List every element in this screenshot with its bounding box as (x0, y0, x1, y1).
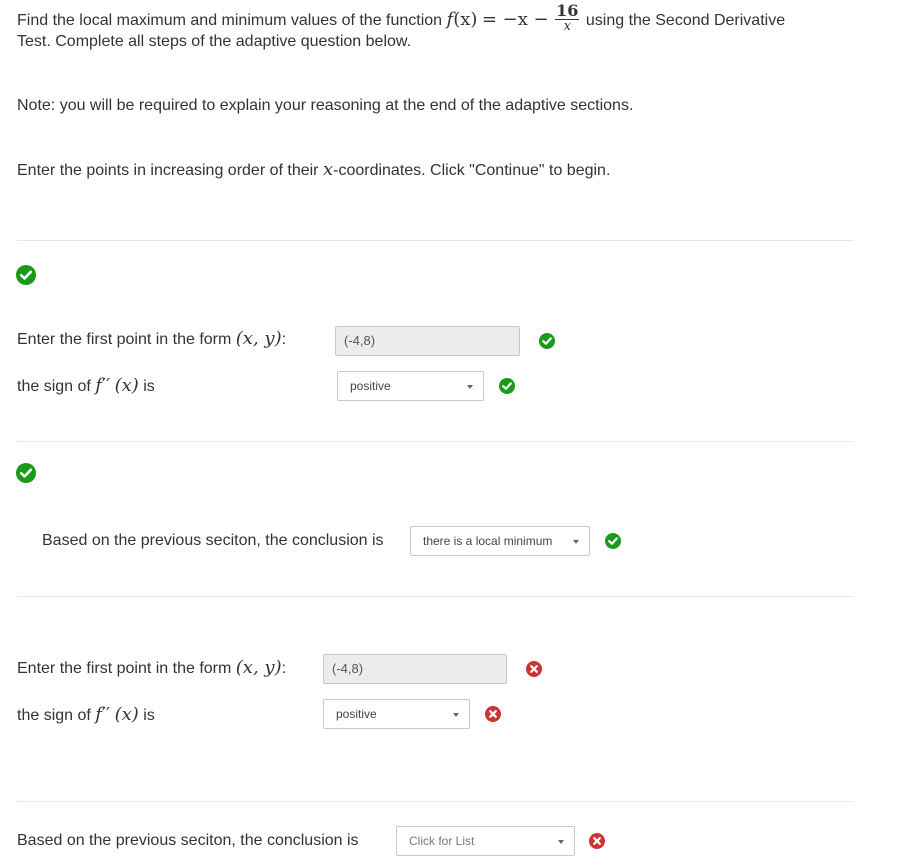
x-circle-icon (589, 833, 605, 849)
second-derivative-sign-label: the sign of f′′ (x) is (17, 704, 155, 725)
conclusion-label: Based on the previous seciton, the concl… (17, 832, 359, 849)
prompt-text: Find the local maximum and minimum value… (17, 12, 443, 30)
caret-down-icon (558, 840, 564, 844)
instruction-text: Enter the points in increasing order of … (17, 159, 611, 180)
prompt-line-2: Test. Complete all steps of the adaptive… (17, 33, 412, 50)
prompt-text-suffix: using the Second Derivative (585, 12, 786, 30)
fraction: 16 x (555, 1, 580, 34)
x-circle-icon (526, 661, 542, 677)
conclusion-select[interactable]: there is a local minimum (410, 526, 590, 556)
conclusion-label: Based on the previous seciton, the concl… (42, 532, 384, 549)
caret-down-icon (467, 385, 473, 389)
x-circle-icon (485, 706, 501, 722)
second-derivative-sign-select[interactable]: positive (323, 699, 470, 729)
section-divider (17, 596, 854, 597)
caret-down-icon (573, 540, 579, 544)
first-point-input[interactable]: (-4,8) (335, 326, 520, 356)
check-circle-icon (16, 265, 36, 285)
section-divider (17, 441, 854, 442)
note-text: Note: you will be required to explain yo… (17, 97, 634, 114)
second-derivative-sign-label: the sign of f′′ (x) is (17, 375, 155, 396)
section-divider (17, 801, 854, 802)
check-circle-icon (539, 333, 555, 349)
function-expression: f(x) = −x − 16 x (446, 1, 580, 34)
check-circle-icon (499, 378, 515, 394)
conclusion-select[interactable]: Click for List (396, 826, 575, 856)
first-point-input[interactable]: (-4,8) (323, 654, 507, 684)
second-derivative-sign-select[interactable]: positive (337, 371, 484, 401)
caret-down-icon (453, 713, 459, 717)
section-divider (17, 240, 854, 241)
first-point-label: Enter the first point in the form (x, y)… (17, 328, 287, 349)
check-circle-icon (605, 533, 621, 549)
check-circle-icon (16, 463, 36, 483)
first-point-label: Enter the first point in the form (x, y)… (17, 657, 287, 678)
